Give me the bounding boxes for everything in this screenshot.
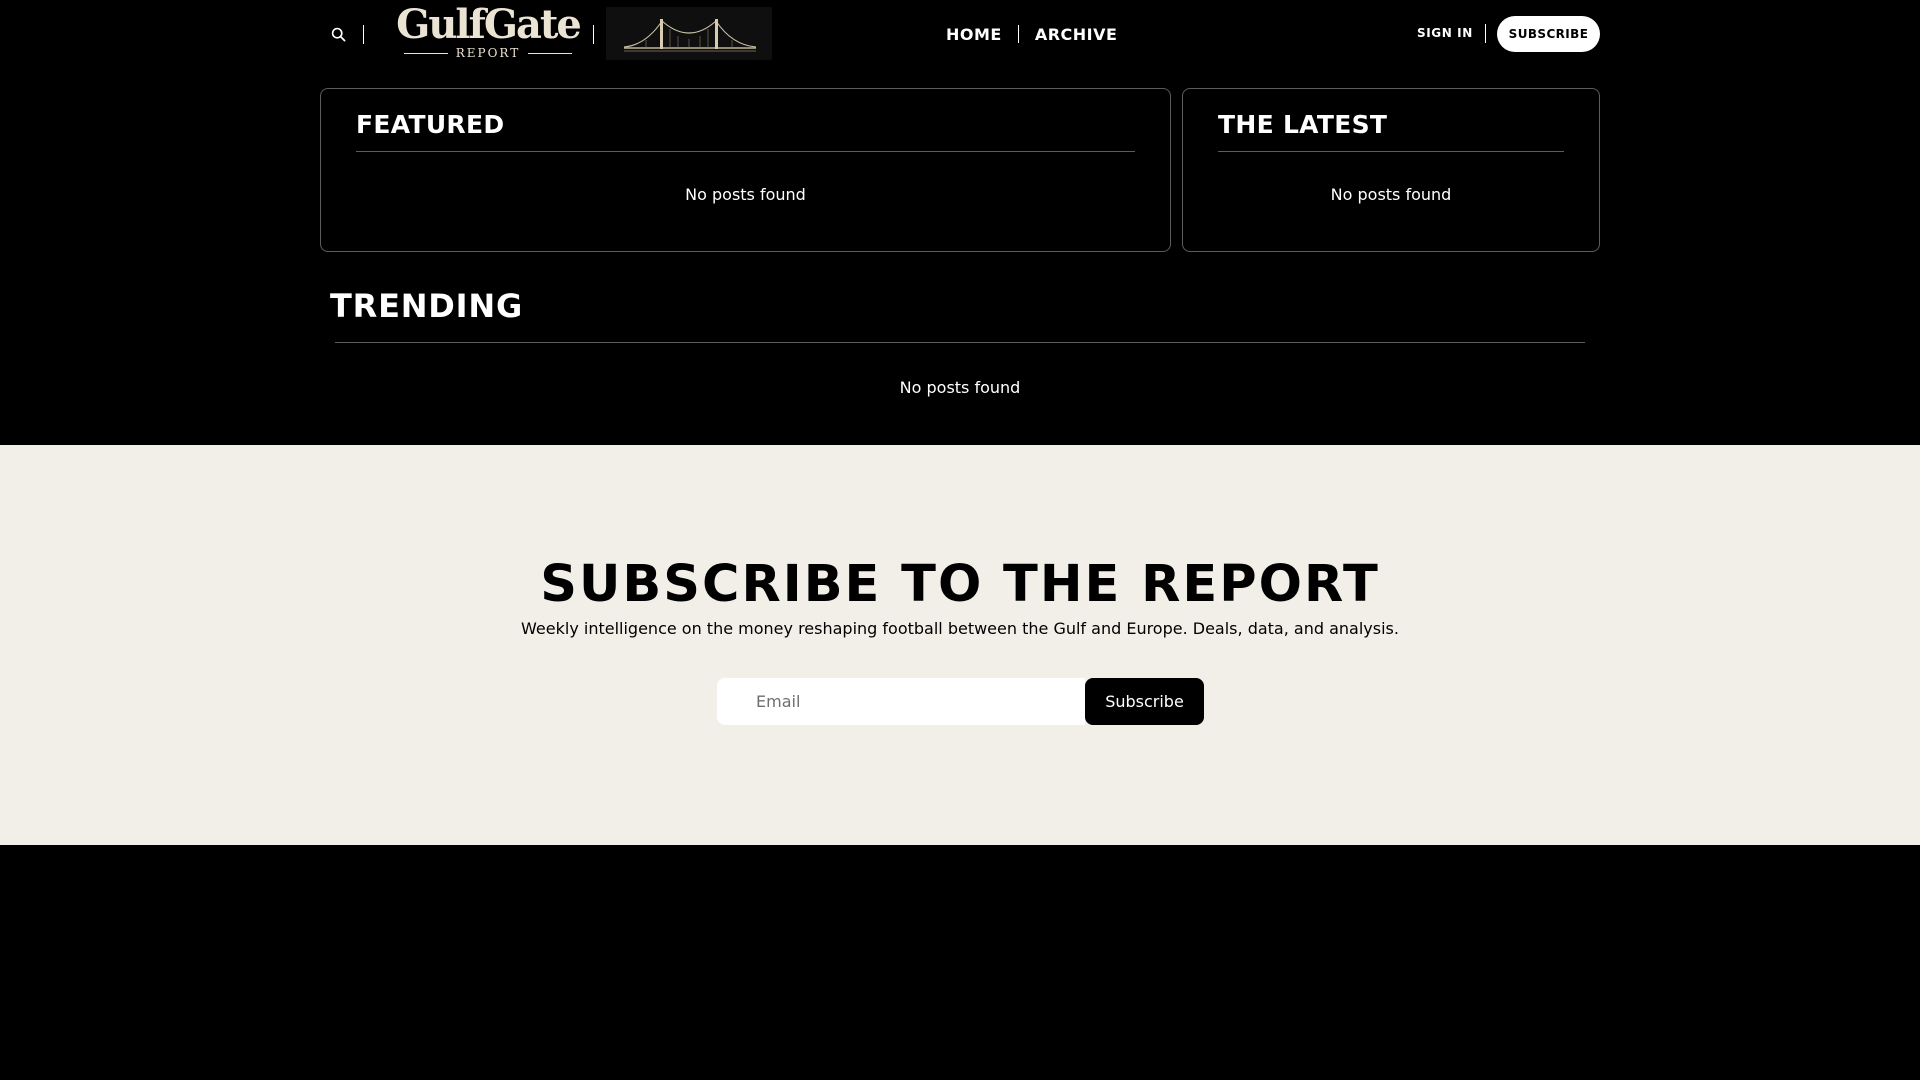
trending-divider: [335, 342, 1585, 343]
header-divider: [363, 25, 364, 44]
search-button[interactable]: [328, 23, 348, 45]
nav-home-link[interactable]: HOME: [946, 25, 1002, 44]
trending-title: TRENDING: [330, 287, 524, 325]
featured-title: FEATURED: [356, 110, 1135, 152]
trending-empty-message: No posts found: [899, 378, 1021, 397]
latest-section: THE LATEST No posts found: [1182, 88, 1600, 252]
logo-wordmark: GulfGate: [396, 1, 582, 48]
nav-divider: [1017, 25, 1019, 43]
subscribe-description: Weekly intelligence on the money reshapi…: [521, 619, 1399, 638]
bridge-image: [606, 7, 772, 60]
featured-empty-message: No posts found: [685, 185, 806, 204]
site-logo[interactable]: GulfGate REPORT: [388, 3, 588, 63]
subscribe-heading: SUBSCRIBE TO THE REPORT: [540, 555, 1380, 614]
search-icon: [331, 27, 345, 41]
sign-in-link[interactable]: SIGN IN: [1417, 26, 1473, 40]
main-nav: HOME ARCHIVE: [946, 22, 1117, 46]
header-subscribe-button[interactable]: SUBSCRIBE: [1497, 16, 1600, 52]
site-header: GulfGate REPORT HOME ARCHIVE SIGN IN SUB…: [320, 0, 1600, 68]
email-input[interactable]: [717, 678, 1085, 725]
featured-section: FEATURED No posts found: [320, 88, 1171, 252]
logo-subtitle: REPORT: [388, 46, 588, 60]
latest-empty-message: No posts found: [1330, 185, 1452, 204]
subscribe-submit-button[interactable]: Subscribe: [1085, 678, 1204, 725]
header-divider: [593, 25, 594, 44]
subscribe-form: Subscribe: [717, 678, 1204, 725]
latest-title: THE LATEST: [1218, 110, 1564, 152]
subscribe-section: SUBSCRIBE TO THE REPORT Weekly intellige…: [0, 445, 1920, 845]
nav-archive-link[interactable]: ARCHIVE: [1035, 25, 1118, 44]
header-divider: [1485, 24, 1486, 43]
